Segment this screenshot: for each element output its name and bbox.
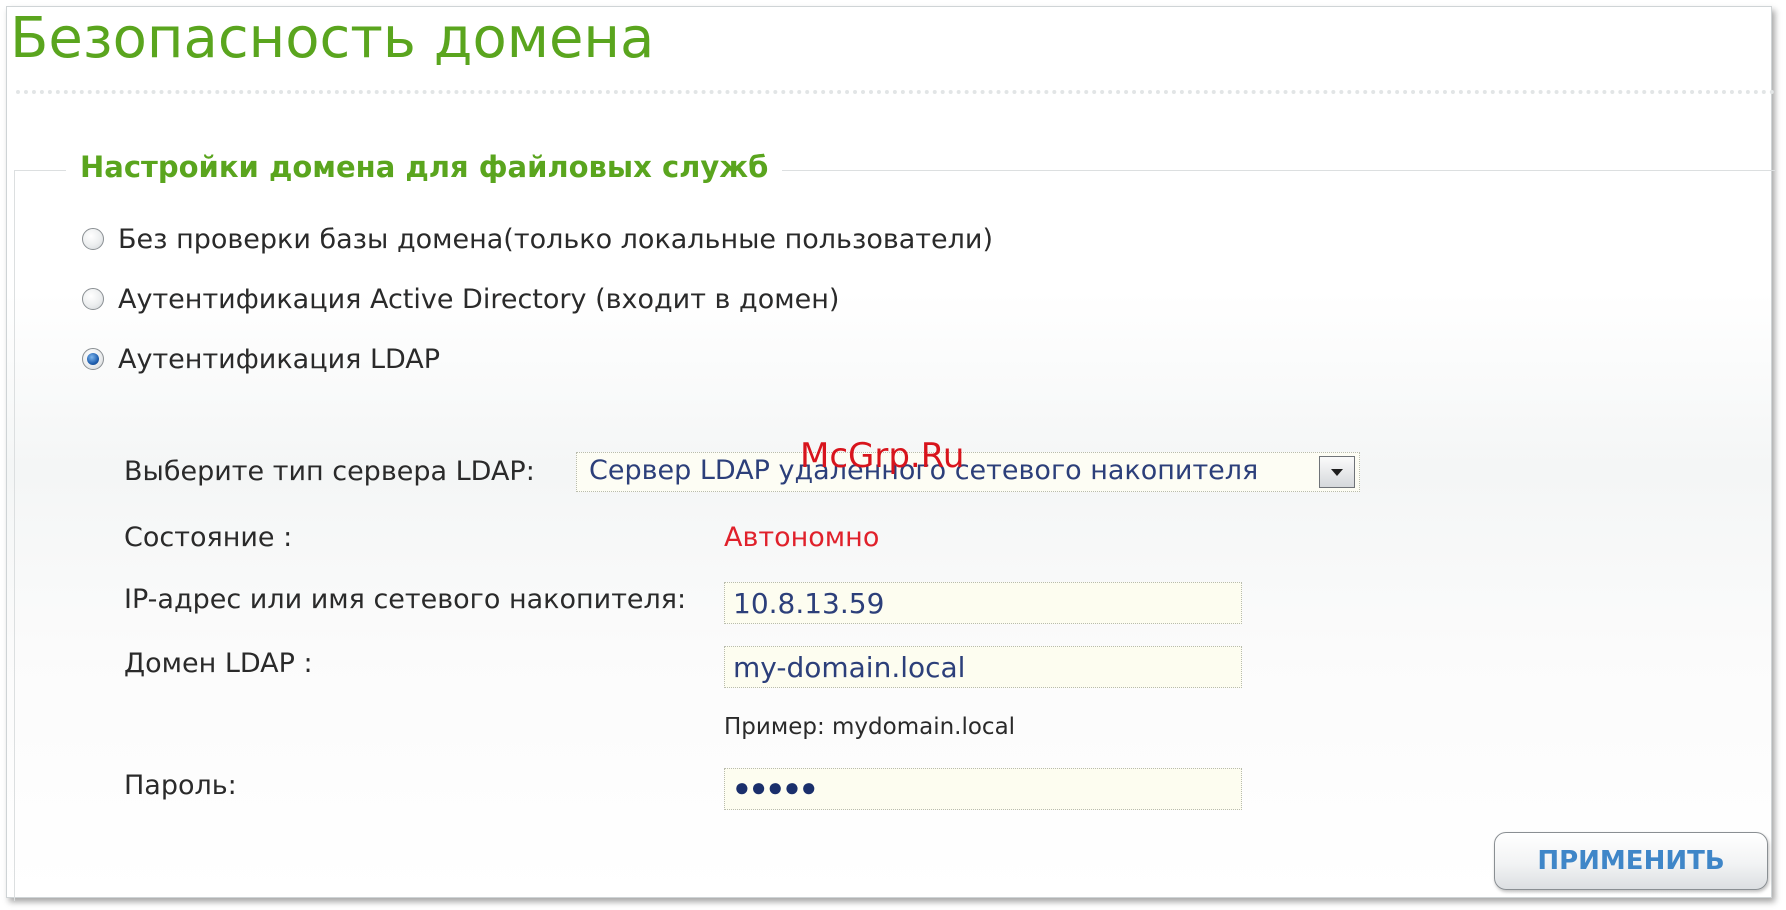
radio-option-no-domain[interactable]: Без проверки базы домена(только локальны… <box>82 222 993 256</box>
ip-input[interactable] <box>724 582 1242 624</box>
radio-button[interactable] <box>82 228 104 250</box>
radio-option-ldap[interactable]: Аутентификация LDAP <box>82 342 440 376</box>
ip-label: IP-адрес или имя сетевого накопителя: <box>124 584 687 615</box>
chevron-down-icon[interactable] <box>1319 456 1355 488</box>
radio-label: Без проверки базы домена(только локальны… <box>118 223 993 255</box>
ldap-domain-input[interactable] <box>724 646 1242 688</box>
ldap-server-type-label: Выберите тип сервера LDAP: <box>124 456 535 487</box>
radio-option-active-directory[interactable]: Аутентификация Active Directory (входит … <box>82 282 839 316</box>
status-label: Состояние : <box>124 522 293 553</box>
page-title: Безопасность домена <box>10 6 655 71</box>
ldap-domain-label: Домен LDAP : <box>124 648 313 679</box>
page: Безопасность домена Настройки домена для… <box>0 0 1786 910</box>
select-value: Сервер LDAP удаленного сетевого накопите… <box>589 455 1259 486</box>
radio-label: Аутентификация Active Directory (входит … <box>118 283 840 315</box>
password-label: Пароль: <box>124 770 237 801</box>
domain-hint: Пример: mydomain.local <box>724 714 1016 740</box>
status-value: Автономно <box>724 522 880 553</box>
fieldset-legend: Настройки домена для файловых служб <box>66 150 783 184</box>
radio-button-selected[interactable] <box>82 348 104 370</box>
radio-label: Аутентификация LDAP <box>118 343 441 375</box>
password-input[interactable] <box>724 768 1242 810</box>
radio-button[interactable] <box>82 288 104 310</box>
apply-button[interactable]: ПРИМЕНИТЬ <box>1494 832 1768 890</box>
ldap-server-type-select[interactable]: Сервер LDAP удаленного сетевого накопите… <box>576 452 1360 492</box>
title-divider <box>16 90 1776 94</box>
